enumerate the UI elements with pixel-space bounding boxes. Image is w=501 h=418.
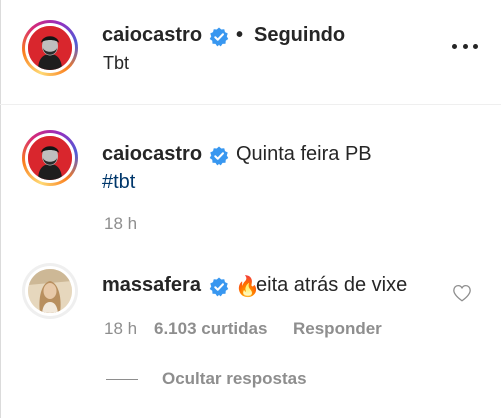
caption-text: Quinta feira PB	[236, 143, 372, 165]
caption-timestamp[interactable]: 18 h	[104, 214, 137, 234]
caption-username[interactable]: caiocastro	[102, 143, 202, 166]
header-separator: •	[236, 24, 244, 46]
comment-timestamp[interactable]: 18 h	[104, 319, 137, 339]
portrait-illustration	[28, 269, 72, 313]
more-options-button[interactable]	[452, 42, 478, 50]
hide-replies-button[interactable]: Ocultar respostas	[162, 369, 307, 389]
post-header: caiocastro • Seguindo Tbt	[0, 0, 501, 105]
comment-avatar[interactable]	[22, 263, 78, 319]
follow-status-button[interactable]: Seguindo	[254, 24, 345, 47]
verified-badge-icon	[209, 277, 229, 297]
comment-username[interactable]: massafera	[102, 274, 201, 297]
reply-button[interactable]: Responder	[293, 319, 382, 339]
more-horizontal-icon	[452, 43, 457, 49]
hashtag-link[interactable]: #tbt	[102, 171, 135, 194]
heart-outline-icon[interactable]	[452, 284, 472, 302]
avatar-image	[28, 136, 72, 180]
avatar-image	[28, 26, 72, 70]
portrait-illustration	[28, 26, 72, 70]
verified-badge-icon	[209, 27, 229, 47]
comment-likes-count[interactable]: 6.103 curtidas	[154, 319, 267, 339]
post-location[interactable]: Tbt	[103, 53, 129, 74]
portrait-illustration	[28, 136, 72, 180]
verified-badge-icon	[209, 146, 229, 166]
replies-divider-line	[106, 379, 138, 380]
header-username[interactable]: caiocastro	[102, 24, 202, 47]
header-avatar[interactable]	[22, 20, 78, 76]
caption-avatar[interactable]	[22, 130, 78, 186]
avatar-image	[28, 269, 72, 313]
comment-text: eita atrás de vixe	[256, 274, 408, 296]
